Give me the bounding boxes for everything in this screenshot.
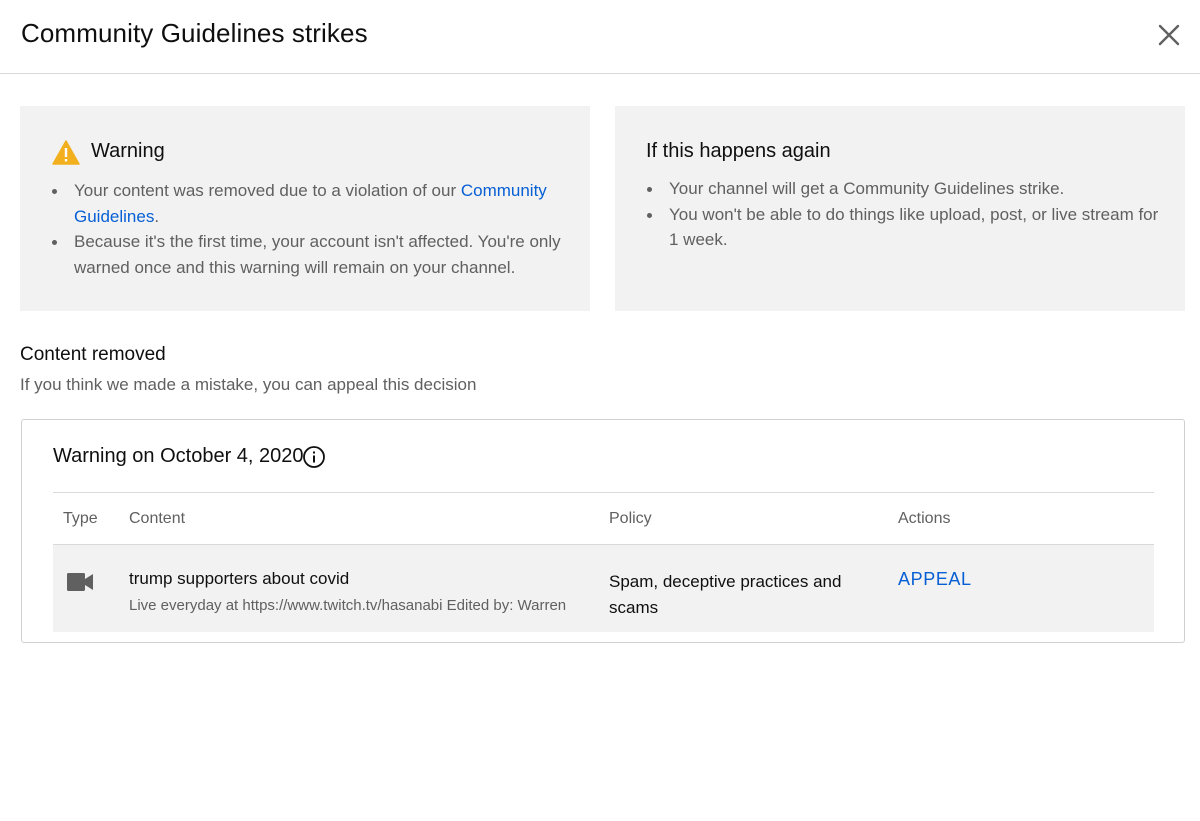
content-title[interactable]: trump supporters about covid xyxy=(129,569,349,589)
content-removed-subtitle: If you think we made a mistake, you can … xyxy=(20,375,477,394)
column-header-actions: Actions xyxy=(898,510,951,527)
warning-title: Warning xyxy=(91,140,165,162)
warning-icon xyxy=(52,140,80,165)
warning-card: Warning Your content was removed due to … xyxy=(20,106,590,311)
if-again-bullet: You won't be able to do things like uplo… xyxy=(645,202,1170,253)
column-header-type: Type xyxy=(63,510,98,527)
warning-bullet-text: Your content was removed due to a violat… xyxy=(74,181,461,200)
warning-bullet-end: . xyxy=(154,206,160,226)
warning-bullet: Because it's the first time, your accoun… xyxy=(50,229,575,280)
video-camera-icon xyxy=(67,573,93,591)
warning-bullets: Your content was removed due to a violat… xyxy=(50,178,575,280)
info-icon[interactable] xyxy=(302,445,326,469)
column-header-policy: Policy xyxy=(609,510,652,527)
table-header: Type Content Policy Actions xyxy=(53,492,1154,545)
column-header-content: Content xyxy=(129,510,186,527)
policy-text: Spam, deceptive practices and scams xyxy=(609,572,842,617)
appeal-button[interactable]: APPEAL xyxy=(898,569,972,590)
close-icon xyxy=(1158,24,1180,46)
strikes-dialog: Community Guidelines strikes Warning You… xyxy=(0,0,1200,821)
table-row: trump supporters about covid Live everyd… xyxy=(53,545,1154,632)
if-again-bullets: Your channel will get a Community Guidel… xyxy=(645,176,1170,253)
close-button[interactable] xyxy=(1154,20,1184,50)
content-removed-title: Content removed xyxy=(20,344,166,365)
strike-table-box: Warning on October 4, 2020 Type Content … xyxy=(21,419,1185,643)
warning-bullet: Your content was removed due to a violat… xyxy=(50,178,575,229)
if-again-title: If this happens again xyxy=(646,140,831,162)
if-again-bullet: Your channel will get a Community Guidel… xyxy=(645,176,1170,202)
content-description: Live everyday at https://www.twitch.tv/h… xyxy=(129,597,567,614)
dialog-title: Community Guidelines strikes xyxy=(21,18,368,48)
if-again-card: If this happens again Your channel will … xyxy=(615,106,1185,311)
dialog-header: Community Guidelines strikes xyxy=(0,0,1200,74)
strike-date-title: Warning on October 4, 2020 xyxy=(53,445,304,467)
